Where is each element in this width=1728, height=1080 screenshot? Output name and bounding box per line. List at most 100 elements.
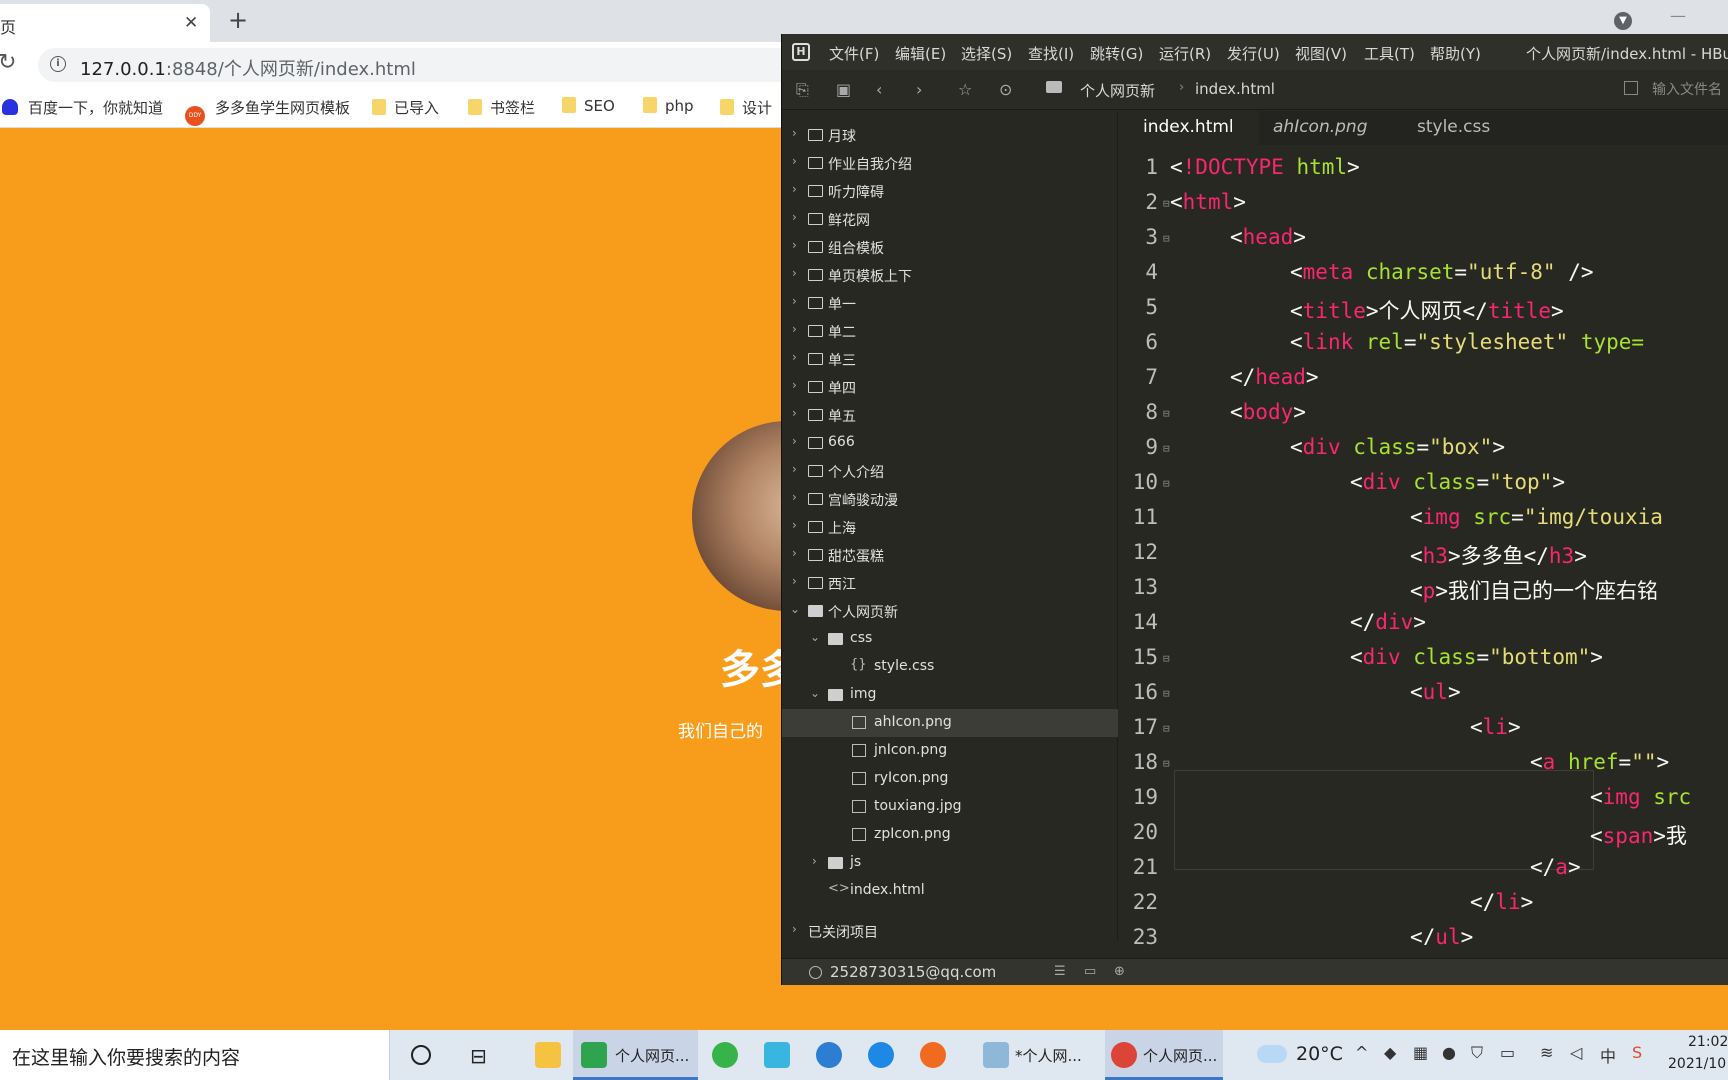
fold-icon[interactable]: ⊟ (1163, 232, 1170, 245)
list-icon[interactable]: ☰ (1054, 964, 1066, 979)
tree-folder-item[interactable]: › 甜芯蛋糕 (782, 541, 1118, 569)
app-button[interactable] (908, 1030, 958, 1080)
task-view-icon[interactable]: ⊟ (470, 1044, 487, 1068)
tree-folder-item[interactable]: › 单五 (782, 401, 1118, 429)
code-editor[interactable]: 1 2 3 4 5 6 7 8 9 10 11 12 13 14 15 16 1… (1118, 145, 1728, 945)
wechat-tray-icon[interactable]: ● (1442, 1043, 1456, 1062)
menu-select[interactable]: 选择(S) (961, 43, 1012, 64)
security-icon[interactable]: ◆ (1384, 1043, 1396, 1062)
tree-closed-projects[interactable]: › 已关闭项目 (782, 917, 1118, 945)
new-tab-button[interactable]: + (228, 6, 248, 34)
cortana-icon[interactable] (411, 1045, 431, 1065)
tab-ahicon-png[interactable]: ahIcon.png (1259, 111, 1399, 145)
tree-folder-item[interactable]: › 作业自我介绍 (782, 149, 1118, 177)
tab-style-css[interactable]: style.css (1399, 111, 1529, 145)
new-file-icon[interactable]: ⎘ (796, 80, 809, 100)
menu-help[interactable]: 帮助(Y) (1430, 43, 1481, 64)
browser-tab[interactable]: 页 ✕ (0, 4, 210, 42)
fold-icon[interactable]: ⊟ (1163, 652, 1170, 665)
tree-folder-item[interactable]: › 个人介绍 (782, 457, 1118, 485)
file-search-input[interactable] (1652, 79, 1728, 101)
tree-file-item[interactable]: <> index.html (782, 877, 1118, 905)
tree-file-item[interactable]: zpIcon.png (782, 821, 1118, 849)
media-player-button[interactable] (752, 1030, 802, 1080)
tree-file-item[interactable]: {} style.css (782, 653, 1118, 681)
clock-time[interactable]: 21:02 (1688, 1034, 1728, 1050)
plugin-icon[interactable]: ⊕ (1114, 964, 1125, 979)
fold-icon[interactable]: ⊟ (1163, 687, 1170, 700)
bookmark-folder-seo[interactable]: SEO (562, 97, 615, 115)
taskbar-search-box[interactable]: 在这里输入你要搜索的内容 (0, 1030, 390, 1080)
file-explorer-button[interactable] (523, 1030, 573, 1080)
tray-app-icon[interactable]: ▦ (1413, 1043, 1428, 1062)
menu-file[interactable]: 文件(F) (829, 43, 879, 64)
tree-file-item[interactable]: ahIcon.png (782, 709, 1118, 737)
menu-goto[interactable]: 跳转(G) (1090, 43, 1143, 64)
menu-find[interactable]: 查找(I) (1028, 43, 1074, 64)
chrome-taskbar-button[interactable]: 个人网页... (1105, 1030, 1223, 1080)
logged-in-user[interactable]: 2528730315@qq.com (830, 963, 996, 981)
clock-date[interactable]: 2021/10 (1668, 1056, 1726, 1072)
tree-file-item[interactable]: touxiang.jpg (782, 793, 1118, 821)
notepad-taskbar-button[interactable]: *个人网... (975, 1030, 1095, 1080)
tree-folder-item[interactable]: › 单页模板上下 (782, 261, 1118, 289)
tab-index-html[interactable]: index.html (1129, 111, 1259, 145)
bookmark-duoduoyu[interactable]: DDY 多多鱼学生网页模板 (185, 97, 350, 126)
tree-folder-item[interactable]: › 上海 (782, 513, 1118, 541)
tree-folder-item[interactable]: ⌄ img (782, 681, 1118, 709)
tree-folder-item[interactable]: › 单一 (782, 289, 1118, 317)
tree-folder-item[interactable]: › 宫崎骏动漫 (782, 485, 1118, 513)
tree-folder-item[interactable]: ⌄ css (782, 625, 1118, 653)
breadcrumb-project[interactable]: 个人网页新 (1080, 80, 1155, 101)
site-info-icon[interactable]: i (50, 56, 66, 72)
menu-publish[interactable]: 发行(U) (1227, 43, 1280, 64)
antivirus-icon[interactable]: S (1632, 1043, 1642, 1062)
wifi-icon[interactable]: ≋ (1540, 1043, 1553, 1062)
bookmark-folder-design[interactable]: 设计 (720, 97, 772, 118)
ie-button[interactable] (856, 1030, 906, 1080)
fold-icon[interactable]: ⊟ (1163, 757, 1170, 770)
breadcrumb-file[interactable]: index.html (1195, 80, 1275, 98)
tree-folder-item[interactable]: › 单三 (782, 345, 1118, 373)
bookmark-folder-bookmarks[interactable]: 书签栏 (468, 97, 535, 118)
app-button[interactable] (804, 1030, 854, 1080)
tree-folder-item[interactable]: › 西江 (782, 569, 1118, 597)
url-input[interactable]: i 127.0.0.1:8848/个人网页新/index.html (38, 48, 798, 82)
fold-icon[interactable]: ⊟ (1163, 477, 1170, 490)
menu-edit[interactable]: 编辑(E) (895, 43, 946, 64)
tree-folder-item[interactable]: › js (782, 849, 1118, 877)
fold-icon[interactable]: ⊟ (1163, 197, 1170, 210)
weather-temperature[interactable]: 20°C (1296, 1043, 1343, 1065)
star-icon[interactable]: ☆ (958, 80, 972, 99)
tree-folder-item[interactable]: › 666 (782, 429, 1118, 457)
shield-icon[interactable]: ⛉ (1471, 1043, 1483, 1063)
bookmark-folder-php[interactable]: php (643, 97, 694, 115)
back-icon[interactable]: ‹ (876, 80, 882, 99)
run-icon[interactable]: ⊙ (999, 80, 1012, 99)
tree-folder-item[interactable]: › 鲜花网 (782, 205, 1118, 233)
chevron-up-icon[interactable]: ^ (1355, 1043, 1368, 1062)
wechat-button[interactable] (700, 1030, 750, 1080)
fold-icon[interactable]: ⊟ (1163, 722, 1170, 735)
tree-folder-item[interactable]: › 单四 (782, 373, 1118, 401)
tree-folder-item[interactable]: › 组合模板 (782, 233, 1118, 261)
reload-icon[interactable]: ↻ (0, 50, 16, 75)
menu-view[interactable]: 视图(V) (1295, 43, 1347, 64)
tree-project-item[interactable]: ⌄ 个人网页新 (782, 597, 1118, 625)
fold-icon[interactable]: ⊟ (1163, 442, 1170, 455)
hbuilder-taskbar-button[interactable]: 个人网页... (573, 1030, 698, 1080)
weather-cloud-icon[interactable] (1257, 1045, 1287, 1063)
tree-folder-item[interactable]: › 听力障碍 (782, 177, 1118, 205)
battery-icon[interactable]: ▭ (1500, 1043, 1515, 1062)
save-icon[interactable]: ▣ (836, 80, 851, 99)
tree-folder-item[interactable]: › 单二 (782, 317, 1118, 345)
forward-icon[interactable]: › (916, 80, 922, 99)
menu-tools[interactable]: 工具(T) (1364, 43, 1415, 64)
tree-file-item[interactable]: ryIcon.png (782, 765, 1118, 793)
bookmark-baidu[interactable]: 百度一下，你就知道 (2, 97, 163, 118)
tree-folder-item[interactable]: › 月球 (782, 121, 1118, 149)
volume-icon[interactable]: ◁ (1570, 1043, 1582, 1062)
tree-file-item[interactable]: jnIcon.png (782, 737, 1118, 765)
tab-search-icon[interactable]: ▼ (1614, 12, 1632, 30)
fold-icon[interactable]: ⊟ (1163, 407, 1170, 420)
